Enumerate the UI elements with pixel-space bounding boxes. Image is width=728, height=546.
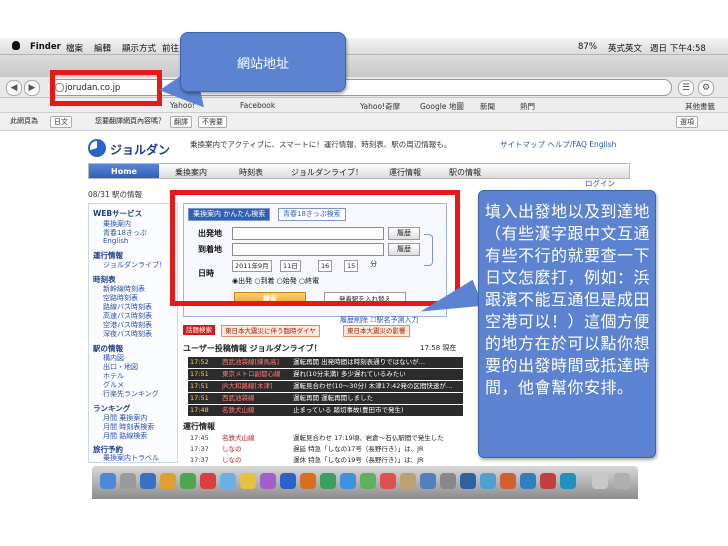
alert-link-impact[interactable]: 東日本大震災の影響 [343, 325, 410, 337]
app-icon[interactable] [560, 473, 576, 489]
site-logo[interactable]: ジョルダン [110, 141, 170, 158]
menu-file[interactable]: 檔案 [66, 42, 83, 54]
feed-timestamp: 17:58 現在 [420, 344, 457, 352]
downloads-icon[interactable] [592, 473, 608, 489]
battery-percent[interactable]: 87% [578, 42, 597, 52]
nav-operation[interactable]: 運行情報 [389, 167, 421, 178]
sidebar-item[interactable]: 乗換案内トラベル [103, 453, 159, 463]
alert-link-timetable[interactable]: 東日本大震災に伴う臨時ダイヤ [221, 325, 320, 337]
nav-station[interactable]: 駅の情報 [449, 167, 481, 178]
app-icon[interactable] [480, 473, 496, 489]
finder-icon[interactable] [100, 473, 116, 489]
photo-booth-icon[interactable] [380, 473, 396, 489]
app-store-icon[interactable] [220, 473, 236, 489]
apple-icon[interactable] [12, 41, 20, 50]
itunes-icon[interactable] [260, 473, 276, 489]
notes-icon[interactable] [240, 473, 256, 489]
sidebar-item[interactable]: 行楽先ランキング [103, 389, 159, 399]
messages-icon[interactable] [360, 473, 376, 489]
bookmark-popular[interactable]: 熱門 [520, 101, 535, 112]
trash-icon[interactable] [614, 473, 630, 489]
feed-row[interactable]: 17:51 JR大和路線[木津] 運転見合わせ(10〜30分) 木津17:42発… [188, 381, 463, 392]
app-icon[interactable] [520, 473, 536, 489]
app-icon[interactable] [540, 473, 556, 489]
back-button[interactable]: ◀ [6, 80, 22, 96]
system-preferences-icon[interactable] [440, 473, 456, 489]
bookmark-facebook[interactable]: Facebook [240, 101, 275, 110]
nav-timetable[interactable]: 時刻表 [239, 167, 263, 178]
facetime-icon[interactable] [180, 473, 196, 489]
mail-icon[interactable] [160, 473, 176, 489]
calendar-icon[interactable] [200, 473, 216, 489]
bookmark-google-maps[interactable]: Google 地圖 [420, 101, 464, 112]
translate-options-button[interactable]: 選項 [676, 116, 698, 128]
history-links[interactable]: 履歴削除 ☐駅名予測入力 [340, 317, 419, 324]
bookmark-other[interactable]: 其他書籤 [685, 101, 715, 112]
feed-row[interactable]: 17:51 西武池袋線 運転再開 運転再開しました [188, 393, 463, 404]
sidebar: WEBサービス 乗換案内 青春18きっぷ English 運行情報 ジョルダンラ… [88, 203, 178, 463]
form-highlight-box [170, 190, 460, 306]
feed-row[interactable]: 17:52 西武池袋線[練馬高] 運転再開 出発時間は時刻表通りではないが… [188, 357, 463, 368]
nav-home[interactable]: Home [89, 164, 159, 178]
nav-transfer[interactable]: 乗換案内 [175, 167, 207, 178]
header-links[interactable]: サイトマップ ヘルプ/FAQ English [500, 139, 616, 150]
jorudan-logo-icon [88, 139, 106, 157]
translate-bar: 此網頁為 日文 您要翻譯網頁內容嗎？ 翻譯 不需要 選項 [0, 113, 728, 131]
translate-prefix: 此網頁為 [10, 117, 38, 125]
login-link[interactable]: ログイン [585, 178, 615, 189]
sidebar-item[interactable]: English [103, 237, 128, 245]
url-highlight-box [50, 70, 162, 106]
form-callout-text: 填入出發地以及到達地（有些漢字跟中文互通有些不行的就要查一下日文怎麼打，例如：浜… [485, 202, 651, 397]
powerpoint-icon[interactable] [300, 473, 316, 489]
safari-icon[interactable] [140, 473, 156, 489]
menu-clock[interactable]: 週日 下午4:58 [650, 42, 706, 54]
mac-dock [92, 466, 638, 499]
mac-menu-bar: Finder 檔案 編輯 顯示方式 前往 87% 英式英文 週日 下午4:58 [0, 38, 728, 55]
wrench-icon[interactable]: ⚙ [698, 80, 714, 96]
menu-app-name[interactable]: Finder [30, 42, 61, 52]
station-info-heading: 08/31 駅の情報 [88, 190, 142, 199]
sidebar-head-web: WEBサービス [93, 209, 143, 218]
skype-icon[interactable] [420, 473, 436, 489]
bookmark-news[interactable]: 新聞 [480, 101, 495, 112]
feed-row[interactable]: 17:48 名鉄犬山線 止まっている 踏切事故(豊田市で発生) [188, 405, 463, 416]
nav-live[interactable]: ジョルダンライブ！ [291, 167, 363, 178]
sidebar-item[interactable]: ジョルダンライブ！ [103, 260, 166, 270]
chrome-icon[interactable] [340, 473, 356, 489]
word-icon[interactable] [280, 473, 296, 489]
forward-button[interactable]: ▶ [24, 80, 40, 96]
topic-badge: 話題検索 [183, 325, 215, 335]
main-nav: Home 乗換案内 時刻表 ジョルダンライブ！ 運行情報 駅の情報 [88, 163, 630, 179]
app-icon[interactable] [500, 473, 516, 489]
page-menu-icon[interactable]: ☰ [678, 80, 694, 96]
no-translate-button[interactable]: 不需要 [198, 116, 227, 128]
sidebar-item[interactable]: 月間 路線検索 [103, 431, 147, 441]
feed-row[interactable]: 17:51 東京メトロ副都心線 遅れ(10分未満) 多少遅れているみたい [188, 369, 463, 380]
bookmark-yahoo-kimo[interactable]: Yahoo!奇摩 [360, 101, 400, 112]
translate-button[interactable]: 翻譯 [170, 116, 192, 128]
excel-icon[interactable] [320, 473, 336, 489]
url-callout: 網站地址 [180, 32, 346, 92]
topic-alert-bar: 話題検索 東日本大震災に伴う臨時ダイヤ 東日本大震災の影響 [183, 324, 463, 337]
form-callout: 填入出發地以及到達地（有些漢字跟中文互通有些不行的就要查一下日文怎麼打，例如：浜… [478, 190, 656, 458]
menu-go[interactable]: 前往 [162, 42, 179, 54]
app-icon[interactable] [460, 473, 476, 489]
dashboard-icon[interactable] [120, 473, 136, 489]
preview-icon[interactable] [400, 473, 416, 489]
sidebar-item[interactable]: 深夜バス時刻表 [103, 329, 152, 339]
translate-question: 您要翻譯網頁內容嗎？ [95, 117, 165, 125]
operation-title: 運行情報 [183, 422, 215, 431]
language-select[interactable]: 日文 [50, 116, 72, 128]
menu-edit[interactable]: 編輯 [94, 42, 111, 54]
site-tagline: 乗換案内でアクティブに、スマートに！運行情報、時刻表、駅の周辺情報も。 [190, 140, 452, 149]
url-callout-text: 網站地址 [236, 57, 289, 72]
input-language[interactable]: 英式英文 [608, 42, 642, 54]
menu-view[interactable]: 顯示方式 [122, 42, 156, 54]
